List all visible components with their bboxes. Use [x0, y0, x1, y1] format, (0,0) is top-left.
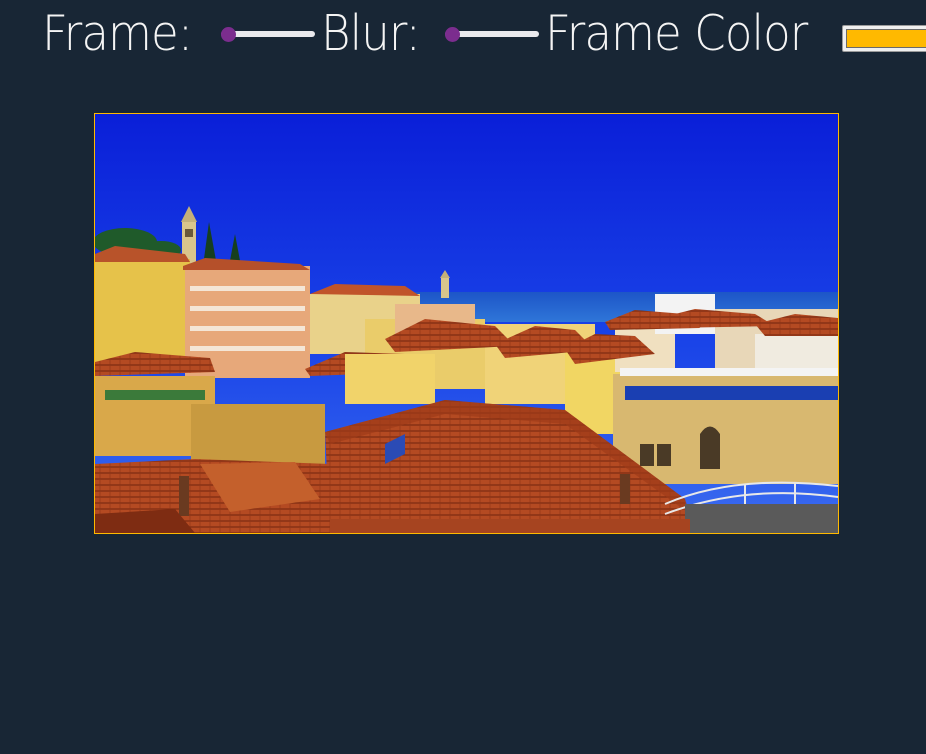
frame-label: Frame: — [42, 5, 193, 62]
controls-bar: Frame: Blur: Frame Color — [42, 6, 926, 62]
blur-slider[interactable] — [443, 24, 541, 44]
frame-color-swatch — [845, 28, 926, 48]
blur-slider-thumb[interactable] — [444, 26, 460, 42]
frame-slider-thumb[interactable] — [221, 26, 237, 42]
frame-slider[interactable] — [219, 24, 317, 44]
frame-color-picker[interactable] — [841, 24, 926, 52]
frame-color-label: Frame Color — [544, 5, 808, 62]
blur-label: Blur: — [321, 5, 421, 62]
photo-frame — [94, 113, 839, 534]
coastal-town-photo — [95, 114, 838, 533]
